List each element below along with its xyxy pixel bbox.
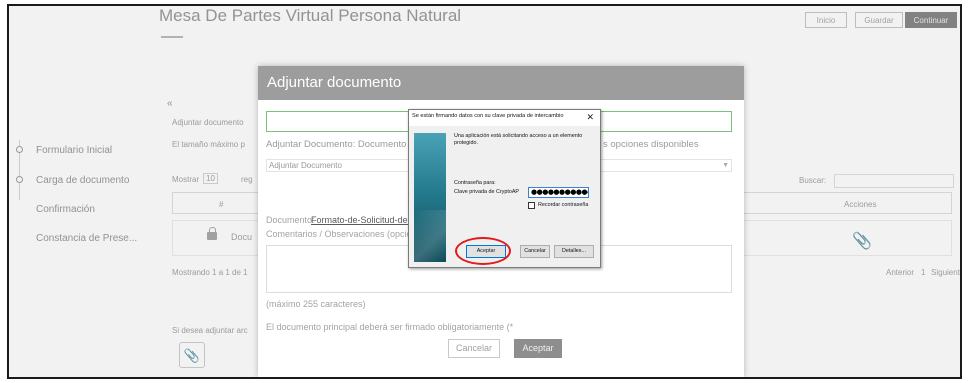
close-icon[interactable]: ✕ bbox=[586, 112, 594, 123]
comments-label: Comentarios / Observaciones (opcional) bbox=[266, 229, 427, 239]
remember-checkbox[interactable] bbox=[528, 202, 535, 209]
dialog-details-button[interactable]: Detalles... bbox=[554, 245, 594, 258]
password-input[interactable]: ●●●●●●●●●●● bbox=[528, 187, 589, 198]
chevron-down-icon: ▼ bbox=[722, 162, 729, 169]
document-label: Documento: bbox=[266, 215, 315, 225]
document-link[interactable]: Formato-de-Solicitud-de-ll bbox=[311, 215, 415, 225]
dialog-side-banner bbox=[414, 133, 446, 262]
dialog-message-line2: protegido. bbox=[454, 140, 478, 146]
signed-note: El documento principal deberá ser firmad… bbox=[266, 322, 514, 332]
max-chars-hint: (máximo 255 caracteres) bbox=[266, 299, 366, 309]
options-text: s opciones disponibles bbox=[603, 139, 699, 150]
modal-title: Adjuntar documento bbox=[267, 74, 402, 91]
dialog-cancel-button[interactable]: Cancelar bbox=[520, 245, 550, 258]
attach-doc-label: Adjuntar Documento: Documento bbox=[266, 139, 407, 150]
remember-label: Recordar contraseña bbox=[538, 202, 589, 208]
modal-cancel-button[interactable]: Cancelar bbox=[448, 339, 500, 358]
dialog-message-line1: Una aplicación está solicitando acceso a… bbox=[454, 133, 583, 139]
password-label: Clave privada de CryptoAP bbox=[454, 189, 520, 195]
password-for-label: Contraseña para: bbox=[454, 180, 496, 186]
screenshot-frame: Mesa De Partes Virtual Persona Natural I… bbox=[7, 4, 962, 379]
dialog-titlebar: Se están firmando datos con su clave pri… bbox=[409, 110, 600, 126]
document-type-value: Adjuntar Documento bbox=[269, 161, 342, 170]
modal-accept-button[interactable]: Aceptar bbox=[514, 339, 562, 358]
modal-header: Adjuntar documento bbox=[258, 66, 744, 100]
highlight-ring bbox=[455, 237, 511, 265]
dialog-title: Se están firmando datos con su clave pri… bbox=[412, 113, 564, 119]
